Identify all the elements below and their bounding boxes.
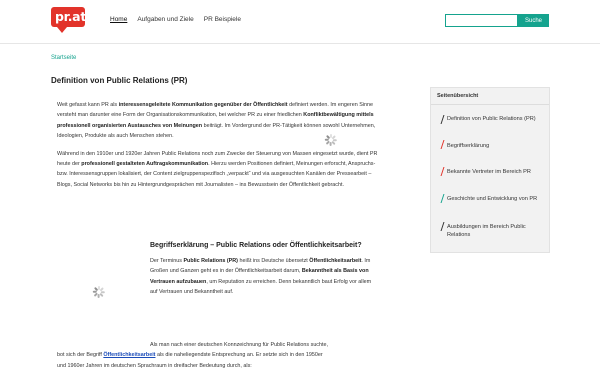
spinner-spoke [324, 139, 329, 141]
logo-text: pr.at [55, 9, 86, 24]
loading-spinner-icon [92, 286, 105, 298]
emphasis-text: interessensgeleitete Kommunikation gegen… [118, 102, 288, 108]
site-header: pr.at Home Aufgaben und Ziele PR Beispie… [0, 0, 600, 44]
spinner-spoke [330, 142, 332, 146]
toc-item-bekannte-vertreter[interactable]: Bekannte Vertreter im Bereich PR [447, 168, 547, 176]
section-oeffentlichkeitsarbeit: Als man nach einer deutschen Konnzeichnu… [57, 340, 379, 371]
oeffentlichkeitsarbeit-link[interactable]: Öffentlichkeitsarbeit [103, 352, 155, 358]
section3-line-2-pre: bot sich der Begriff [57, 352, 104, 359]
section-paragraph: Der Terminus Public Relations (PR) heißt… [150, 256, 379, 298]
toc-marker [440, 140, 445, 149]
toc-item-geschichte[interactable]: Geschichte und Entwicklung von PR [447, 195, 547, 203]
toc-marker [440, 222, 445, 231]
body-text: Weit gefasst kann PR als [57, 102, 119, 108]
toc-marker [440, 167, 445, 176]
nav-item-home[interactable]: Home [110, 16, 127, 23]
loading-spinner-icon [324, 134, 337, 146]
section3-line-1: Als man nach einer deutschen Konnzeichnu… [150, 342, 328, 348]
breadcrumb[interactable]: Startseite [51, 55, 76, 61]
sidebar-title: Seitenübersicht [437, 93, 479, 99]
emphasis-text: Öffentlichkeitsarbeit [309, 258, 362, 264]
section3-line-2-post: als die naheliegendste Entsprechung an. … [155, 352, 323, 359]
main-nav: Home Aufgaben und Ziele PR Beispiele [110, 16, 251, 23]
sidebar-divider [431, 104, 549, 105]
search-input[interactable] [445, 14, 518, 27]
nav-item-aufgaben-und-ziele[interactable]: Aufgaben und Ziele [137, 16, 193, 23]
nav-item-pr-beispiele[interactable]: PR Beispiele [204, 16, 241, 23]
emphasis-text: professionell gestalteten Auftragskommun… [81, 161, 209, 168]
emphasis-text: Public Relations (PR) [183, 258, 238, 264]
toc-marker [440, 115, 445, 124]
section3-line-3: und 1960er Jahren im deutschen Sprachrau… [57, 362, 252, 369]
page-title: Definition von Public Relations (PR) [51, 76, 188, 85]
toc-item-definition[interactable]: Definition von Public Relations (PR) [447, 115, 547, 123]
section-heading: Begriffserklärung – Public Relations ode… [150, 242, 362, 249]
site-logo[interactable]: pr.at [51, 7, 86, 33]
spinner-spoke [92, 291, 97, 293]
spinner-spoke [331, 140, 336, 145]
intro-paragraph-2: Während in den 1910er und 1920er Jahren … [57, 149, 379, 191]
search-button[interactable]: Suche [518, 14, 549, 27]
section-begriffserklaerung: Begriffserklärung – Public Relations ode… [150, 240, 379, 305]
body-text: heißt ins Deutsche übersetzt [237, 258, 310, 264]
section3-line-2: bot sich der Begriff Öffentlichkeitsarbe… [57, 350, 379, 360]
toc-marker [440, 194, 445, 203]
spinner-spoke [98, 294, 100, 298]
spinner-spoke [99, 292, 104, 297]
page-overview-sidebar: Seitenübersicht Definition von Public Re… [430, 87, 550, 253]
toc-item-ausbildungen[interactable]: Ausbildungen im Bereich Public Relations [447, 223, 547, 239]
body-text: Der Terminus [150, 258, 184, 264]
logo-speech-tail [57, 27, 67, 33]
intro-content: Weit gefasst kann PR als interessensgele… [57, 100, 379, 197]
toc-item-begriffserklaerung[interactable]: Begriffserklärung [447, 142, 547, 150]
